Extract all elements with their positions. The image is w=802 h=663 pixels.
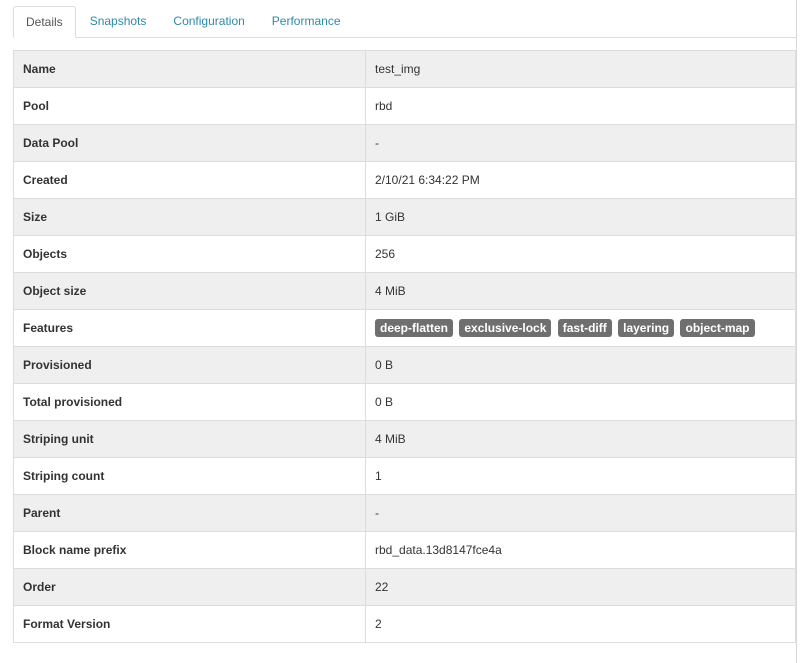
feature-badge: exclusive-lock [459,319,552,337]
rbd-image-details-panel: Details Snapshots Configuration Performa… [0,0,802,663]
row-label: Object size [13,272,366,310]
tab-performance[interactable]: Performance [259,5,354,37]
row-value: 1 GiB [365,198,796,236]
row-label: Order [13,568,366,606]
row-value: 256 [365,235,796,273]
row-value: rbd_data.13d8147fce4a [365,531,796,569]
row-value: test_img [365,50,796,88]
row-label: Pool [13,87,366,125]
row-value: - [365,494,796,532]
table-row-objects: Objects 256 [13,235,796,273]
row-label: Features [13,309,366,347]
row-value: 2 [365,605,796,643]
details-tabs: Details Snapshots Configuration Performa… [13,6,796,38]
panel-right-border [796,0,797,663]
table-row-name: Name test_img [13,50,796,88]
feature-badge: fast-diff [557,319,612,337]
row-label: Total provisioned [13,383,366,421]
table-row-block-name-prefix: Block name prefix rbd_data.13d8147fce4a [13,531,796,569]
row-label: Objects [13,235,366,273]
table-row-striping-unit: Striping unit 4 MiB [13,420,796,458]
details-table: Name test_img Pool rbd Data Pool - Creat… [13,50,796,643]
row-label: Format Version [13,605,366,643]
table-row-created: Created 2/10/21 6:34:22 PM [13,161,796,199]
tab-snapshots[interactable]: Snapshots [77,5,160,37]
table-row-data-pool: Data Pool - [13,124,796,162]
tab-configuration[interactable]: Configuration [160,5,257,37]
row-label: Size [13,198,366,236]
table-row-size: Size 1 GiB [13,198,796,236]
feature-badges: deep-flatten exclusive-lock fast-diff la… [365,309,796,347]
row-label: Name [13,50,366,88]
table-row-format-version: Format Version 2 [13,605,796,643]
row-label: Created [13,161,366,199]
table-row-provisioned: Provisioned 0 B [13,346,796,384]
table-row-striping-count: Striping count 1 [13,457,796,495]
table-row-object-size: Object size 4 MiB [13,272,796,310]
table-row-parent: Parent - [13,494,796,532]
row-label: Provisioned [13,346,366,384]
row-label: Parent [13,494,366,532]
row-label: Block name prefix [13,531,366,569]
feature-badge: object-map [680,319,755,337]
table-row-features: Features deep-flatten exclusive-lock fas… [13,309,796,347]
feature-badge: layering [618,319,675,337]
tab-details[interactable]: Details [13,6,76,38]
row-value: - [365,124,796,162]
row-label: Striping count [13,457,366,495]
row-value: 2/10/21 6:34:22 PM [365,161,796,199]
row-value: 0 B [365,383,796,421]
row-value: 0 B [365,346,796,384]
row-value: 22 [365,568,796,606]
table-row-order: Order 22 [13,568,796,606]
feature-badge: deep-flatten [375,319,454,337]
row-value: 1 [365,457,796,495]
row-value: rbd [365,87,796,125]
table-row-total-provisioned: Total provisioned 0 B [13,383,796,421]
table-row-pool: Pool rbd [13,87,796,125]
row-value: 4 MiB [365,420,796,458]
row-value: 4 MiB [365,272,796,310]
row-label: Data Pool [13,124,366,162]
row-label: Striping unit [13,420,366,458]
